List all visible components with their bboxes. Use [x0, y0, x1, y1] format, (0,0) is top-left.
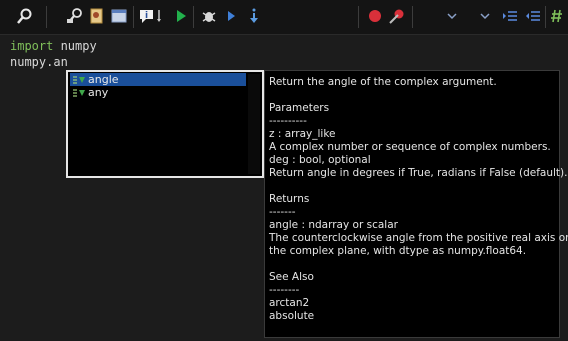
doc-summary: Return the angle of the complex argument… [269, 76, 497, 88]
run-arrow-icon[interactable] [154, 7, 172, 25]
doc-see-also-item: absolute [269, 310, 315, 322]
keyword-import: import [10, 39, 54, 53]
doc-param-desc: Return angle in degrees if True, radians… [269, 167, 568, 179]
code-line-1[interactable]: import numpy [10, 38, 97, 54]
autocomplete-item-label: angle [88, 73, 119, 86]
documentation-panel: Return the angle of the complex argument… [264, 70, 568, 338]
doc-underline: -------- [269, 284, 300, 296]
dedent-icon[interactable] [524, 7, 542, 25]
find-replace-icon[interactable] [66, 7, 84, 25]
function-icon [73, 89, 85, 97]
chevron-down-icon[interactable] [480, 12, 490, 20]
doc-param: z : array_like [269, 128, 336, 140]
doc-section-heading: Parameters [269, 102, 330, 114]
debug-bug-icon[interactable] [200, 7, 218, 25]
doc-return-desc: the complex plane, with dtype as numpy.f… [269, 245, 527, 257]
toolbar-separator [545, 6, 546, 28]
toolbar-separator [133, 6, 134, 28]
doc-see-also-item: arctan2 [269, 297, 310, 309]
step-into-icon[interactable] [245, 7, 263, 25]
autocomplete-item-any[interactable]: any [70, 86, 246, 99]
chevron-down-icon[interactable] [447, 12, 457, 20]
search-icon[interactable] [16, 7, 34, 25]
autocomplete-item-angle[interactable]: angle [70, 73, 246, 86]
file-icon[interactable] [88, 7, 106, 25]
window-icon[interactable] [110, 7, 128, 25]
toolbar-separator [193, 6, 194, 28]
autocomplete-item-label: any [88, 86, 109, 99]
svg-text:i: i [145, 11, 148, 21]
code-line-2[interactable]: numpy.an [10, 54, 68, 70]
step-over-icon[interactable] [222, 7, 240, 25]
clear-breakpoint-icon[interactable] [388, 7, 406, 25]
doc-underline: ------- [269, 206, 296, 218]
doc-return: angle : ndarray or scalar [269, 219, 398, 231]
autocomplete-scrollbar[interactable] [248, 74, 260, 174]
function-icon [73, 76, 85, 84]
toolbar-separator [46, 6, 47, 28]
doc-underline: ---------- [269, 115, 307, 127]
doc-return-desc: The counterclockwise angle from the posi… [269, 232, 568, 244]
doc-section-heading: Returns [269, 193, 310, 205]
doc-param-desc: A complex number or sequence of complex … [269, 141, 551, 153]
toolbar: i [0, 0, 568, 35]
indent-icon[interactable] [501, 7, 519, 25]
autocomplete-list: angle any [66, 70, 264, 178]
comment-icon[interactable] [550, 7, 568, 25]
doc-section-heading: See Also [269, 271, 314, 283]
toolbar-separator [412, 6, 413, 28]
doc-param: deg : bool, optional [269, 154, 371, 166]
code-text: numpy [53, 39, 97, 53]
run-icon[interactable] [172, 7, 190, 25]
toolbar-separator [358, 6, 359, 28]
stop-icon[interactable] [366, 7, 384, 25]
